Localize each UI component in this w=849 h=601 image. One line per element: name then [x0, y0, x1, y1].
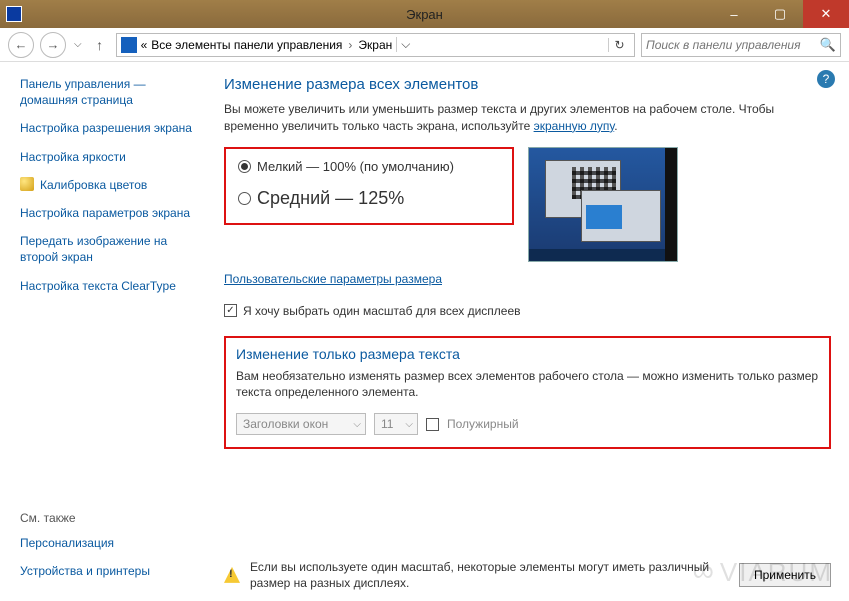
radio-label: Средний — 125% — [257, 188, 404, 209]
radio-icon — [238, 192, 251, 205]
text-size-heading: Изменение только размера текста — [236, 346, 819, 362]
refresh-button[interactable]: ↻ — [608, 38, 630, 52]
infinity-icon: ∞ — [692, 555, 715, 589]
sidebar-link-home[interactable]: Панель управления — домашняя страница — [20, 76, 202, 108]
forward-button[interactable]: → — [40, 32, 66, 58]
search-box[interactable]: 🔍 — [641, 33, 841, 57]
shield-icon — [20, 177, 34, 191]
breadcrumb-item[interactable]: Экран — [358, 38, 392, 52]
radio-small[interactable]: Мелкий — 100% (по умолчанию) — [238, 159, 500, 174]
sidebar-link-brightness[interactable]: Настройка яркости — [20, 149, 202, 165]
search-input[interactable] — [646, 38, 820, 52]
sidebar-link-calibrate[interactable]: Калибровка цветов — [40, 177, 147, 193]
seealso-personalization[interactable]: Персонализация — [20, 535, 202, 551]
history-dropdown-icon[interactable]: ⌵ — [74, 39, 82, 50]
text-size-desc: Вам необязательно изменять размер всех э… — [236, 368, 819, 402]
radio-label: Мелкий — 100% (по умолчанию) — [257, 159, 454, 174]
minimize-button[interactable]: – — [711, 0, 757, 28]
page-description: Вы можете увеличить или уменьшить размер… — [224, 101, 831, 135]
page-heading: Изменение размера всех элементов — [224, 76, 831, 93]
see-also-label: См. также — [20, 511, 202, 525]
maximize-button[interactable]: ▢ — [757, 0, 803, 28]
address-bar[interactable]: « Все элементы панели управления › Экран… — [116, 33, 635, 57]
checkbox-icon: ✓ — [224, 304, 237, 317]
text-size-highlight: Изменение только размера текста Вам необ… — [224, 336, 831, 450]
sidebar-link-resolution[interactable]: Настройка разрешения экрана — [20, 120, 202, 136]
scale-options-highlight: Мелкий — 100% (по умолчанию) Средний — 1… — [224, 147, 514, 225]
magnifier-link[interactable]: экранную лупу — [534, 119, 615, 133]
custom-size-link[interactable]: Пользовательские параметры размера — [224, 272, 831, 286]
breadcrumb-prefix: « — [141, 38, 148, 52]
up-button[interactable]: ↑ — [90, 37, 110, 53]
control-panel-icon — [121, 37, 137, 53]
breadcrumb-sep-icon: › — [346, 38, 354, 52]
bold-label: Полужирный — [447, 417, 519, 431]
search-icon: 🔍 — [820, 37, 836, 53]
breadcrumb-item[interactable]: Все элементы панели управления — [151, 38, 342, 52]
seealso-devices[interactable]: Устройства и принтеры — [20, 563, 202, 579]
radio-medium[interactable]: Средний — 125% — [238, 188, 500, 209]
sidebar-link-display-settings[interactable]: Настройка параметров экрана — [20, 205, 202, 221]
content-pane: Изменение размера всех элементов Вы може… — [210, 62, 849, 601]
window-title: Экран — [406, 7, 443, 22]
address-dropdown-icon[interactable]: ⌵ — [396, 37, 414, 52]
sidebar: Панель управления — домашняя страница На… — [0, 62, 210, 601]
help-icon[interactable]: ? — [817, 70, 835, 88]
single-scale-checkbox[interactable]: ✓ Я хочу выбрать один масштаб для всех д… — [224, 304, 831, 318]
radio-icon — [238, 160, 251, 173]
navbar: ← → ⌵ ↑ « Все элементы панели управления… — [0, 28, 849, 62]
bold-checkbox[interactable] — [426, 418, 439, 431]
sidebar-link-project[interactable]: Передать изображение на второй экран — [20, 233, 202, 265]
warning-icon — [224, 567, 240, 583]
titlebar: Экран – ▢ ✕ — [0, 0, 849, 28]
back-button[interactable]: ← — [8, 32, 34, 58]
element-select[interactable]: Заголовки окон — [236, 413, 366, 435]
app-icon — [6, 6, 22, 22]
warning-text: Если вы используете один масштаб, некото… — [250, 559, 729, 591]
watermark: ∞ VIARUM — [692, 555, 833, 589]
sidebar-link-cleartype[interactable]: Настройка текста ClearType — [20, 278, 202, 294]
checkbox-label: Я хочу выбрать один масштаб для всех дис… — [243, 304, 521, 318]
close-button[interactable]: ✕ — [803, 0, 849, 28]
preview-image — [528, 147, 678, 262]
size-select[interactable]: 11 — [374, 413, 418, 435]
